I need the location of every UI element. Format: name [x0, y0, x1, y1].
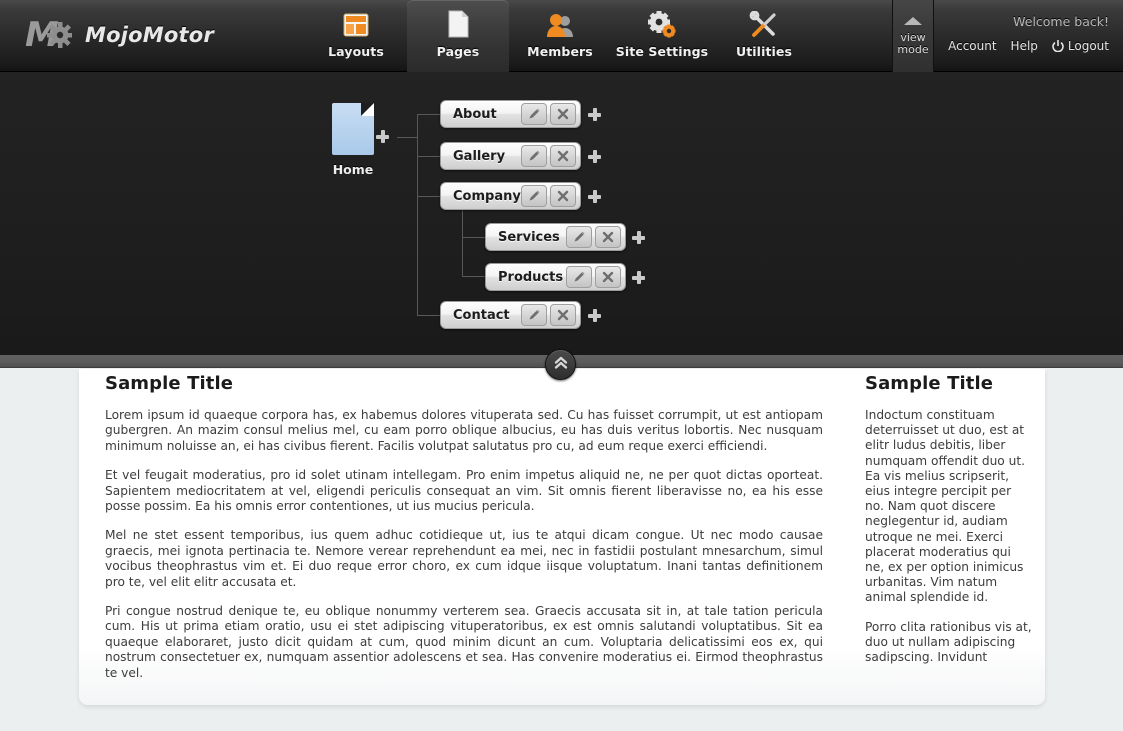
collapse-tree-button[interactable] [545, 349, 576, 380]
pencil-icon[interactable] [521, 103, 547, 125]
help-link[interactable]: Help [1011, 39, 1038, 53]
tree-connector [417, 315, 440, 316]
nav-label-site-settings: Site Settings [615, 44, 709, 59]
add-sibling-page-company[interactable] [588, 190, 601, 203]
x-close-icon[interactable] [550, 304, 576, 326]
page-document-icon [444, 9, 472, 39]
tree-trunk-level1 [417, 114, 418, 316]
brand-logo[interactable]: M MojoMotor [25, 14, 214, 56]
user-meta: Welcome back! Account Help Logout [948, 14, 1109, 53]
logout-link[interactable]: Logout [1052, 39, 1109, 53]
gears-icon [647, 9, 677, 39]
brand-name: MojoMotor [85, 23, 214, 47]
pencil-icon[interactable] [521, 145, 547, 167]
nav-label-members: Members [527, 44, 593, 59]
page-tree: Home About Gallery Company Services Prod… [0, 72, 1123, 355]
tree-item-contact[interactable]: Contact [440, 301, 581, 329]
pencil-icon[interactable] [566, 266, 592, 288]
main-paragraph: Et vel feugait moderatius, pro id solet … [105, 468, 823, 514]
page-content-card: Sample Title Lorem ipsum id quaeque corp… [79, 369, 1045, 705]
tree-connector [397, 137, 417, 138]
x-close-icon[interactable] [550, 145, 576, 167]
power-icon [1052, 40, 1064, 53]
tree-item-products[interactable]: Products [485, 263, 626, 291]
app-header: M MojoMotor Layouts Pages Members Site S… [0, 0, 1123, 72]
nav-item-site-settings[interactable]: Site Settings [611, 0, 713, 72]
page-icon [332, 103, 374, 155]
mojomotor-m-gear-logo: M [25, 14, 73, 56]
pencil-icon[interactable] [521, 185, 547, 207]
pencil-icon[interactable] [566, 226, 592, 248]
tree-connector [417, 196, 440, 197]
nav-item-pages[interactable]: Pages [407, 0, 509, 72]
tree-item-about[interactable]: About [440, 100, 581, 128]
tree-root-home[interactable]: Home [331, 103, 375, 177]
tree-trunk-level2 [462, 205, 463, 277]
triangle-up-icon [904, 16, 922, 25]
tree-item-gallery[interactable]: Gallery [440, 142, 581, 170]
x-close-icon[interactable] [595, 226, 621, 248]
logout-label: Logout [1067, 39, 1109, 53]
tree-connector [417, 156, 440, 157]
layouts-icon [342, 9, 370, 39]
sidebar-content-column: Sample Title Indoctum constituam deterru… [865, 373, 1033, 665]
tree-item-label: Contact [453, 307, 510, 323]
tree-item-label: Gallery [453, 148, 506, 164]
page-tree-panel: Home About Gallery Company Services Prod… [0, 72, 1123, 355]
tree-root-label: Home [332, 162, 374, 177]
tree-connector [417, 114, 440, 115]
main-navigation: Layouts Pages Members Site Settings Util… [305, 0, 815, 72]
add-child-page-home[interactable] [376, 130, 389, 143]
sidebar-paragraph: Porro clita rationibus vis at, duo ut nu… [865, 619, 1032, 665]
account-link[interactable]: Account [948, 39, 996, 53]
sidebar-content-title: Sample Title [865, 373, 994, 394]
tree-connector [462, 276, 485, 277]
view-mode-label-line1: view [900, 30, 926, 44]
tree-item-company[interactable]: Company [440, 182, 581, 210]
user-links: Account Help Logout [948, 39, 1109, 53]
view-mode-label-line2: mode [897, 42, 929, 56]
main-paragraph: Pri congue nostrud denique te, eu obliqu… [105, 604, 823, 680]
wrench-screwdriver-icon [749, 9, 779, 39]
nav-label-layouts: Layouts [328, 44, 384, 59]
add-sibling-page-products[interactable] [632, 271, 645, 284]
nav-item-layouts[interactable]: Layouts [305, 0, 407, 72]
add-sibling-page-contact[interactable] [588, 309, 601, 322]
x-close-icon[interactable] [550, 185, 576, 207]
add-sibling-page-services[interactable] [632, 231, 645, 244]
main-content-column: Sample Title Lorem ipsum id quaeque corp… [105, 373, 823, 681]
double-chevron-up-icon [552, 355, 570, 375]
add-sibling-page-about[interactable] [588, 108, 601, 121]
main-paragraph: Mel ne stet essent temporibus, ius quem … [105, 528, 823, 589]
tree-item-label: Company [453, 188, 521, 204]
content-stage: Sample Title Lorem ipsum id quaeque corp… [0, 369, 1123, 731]
members-people-icon [545, 9, 575, 39]
nav-item-utilities[interactable]: Utilities [713, 0, 815, 72]
tree-item-label: About [453, 106, 497, 122]
x-close-icon[interactable] [550, 103, 576, 125]
tree-connector [462, 237, 485, 238]
tree-item-services[interactable]: Services [485, 223, 626, 251]
pencil-icon[interactable] [521, 304, 547, 326]
nav-label-utilities: Utilities [735, 44, 793, 59]
welcome-message: Welcome back! [1013, 14, 1109, 29]
x-close-icon[interactable] [595, 266, 621, 288]
view-mode-button[interactable]: view mode [892, 0, 934, 72]
sidebar-paragraph: Indoctum constituam deterruisset ut duo,… [865, 408, 1026, 605]
tree-item-label: Services [498, 229, 560, 245]
main-paragraph: Lorem ipsum id quaeque corpora has, ex h… [105, 408, 823, 453]
nav-label-pages: Pages [436, 44, 480, 59]
add-sibling-page-gallery[interactable] [588, 150, 601, 163]
nav-item-members[interactable]: Members [509, 0, 611, 72]
main-content-title: Sample Title [105, 373, 234, 394]
tree-item-label: Products [498, 269, 564, 285]
